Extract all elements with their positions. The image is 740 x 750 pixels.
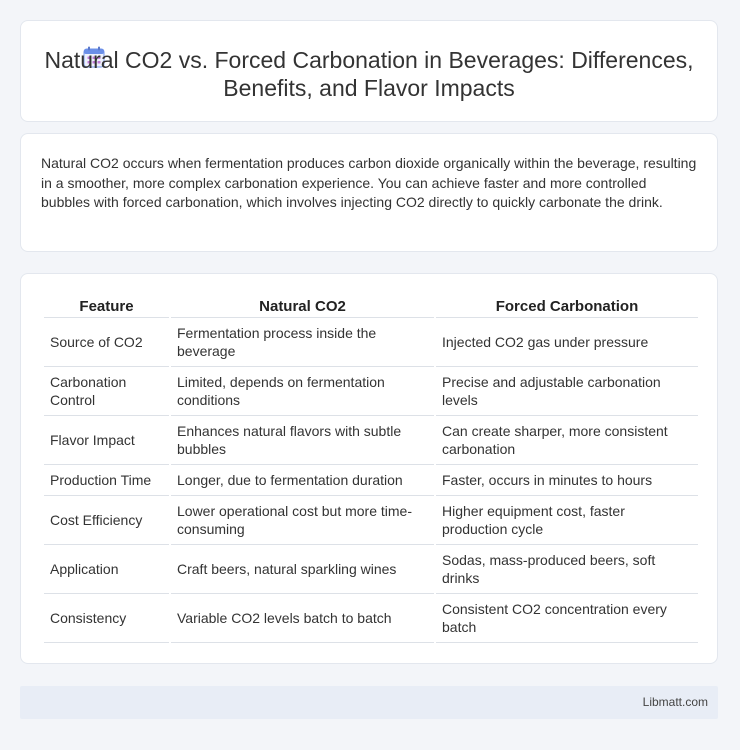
table-row: Cost Efficiency Lower operational cost b… <box>44 496 698 545</box>
row-natural: Limited, depends on fermentation conditi… <box>171 367 434 416</box>
row-feature: Production Time <box>44 465 169 496</box>
table-row: Production Time Longer, due to fermentat… <box>44 465 698 496</box>
comparison-card: Feature Natural CO2 Forced Carbonation S… <box>20 273 718 664</box>
intro-paragraph: Natural CO2 occurs when fermentation pro… <box>41 155 697 210</box>
comparison-table: Feature Natural CO2 Forced Carbonation S… <box>42 296 700 643</box>
title-card: Natural CO2 vs. Forced Carbonation in Be… <box>20 20 718 122</box>
row-natural: Lower operational cost but more time-con… <box>171 496 434 545</box>
table-header-row: Feature Natural CO2 Forced Carbonation <box>44 296 698 318</box>
page-title: Natural CO2 vs. Forced Carbonation in Be… <box>44 47 694 101</box>
row-forced: Consistent CO2 concentration every batch <box>436 594 698 643</box>
footer-site-link[interactable]: Libmatt.com <box>643 695 708 709</box>
row-forced: Can create sharper, more consistent carb… <box>436 416 698 465</box>
row-natural: Fermentation process inside the beverage <box>171 318 434 367</box>
row-forced: Higher equipment cost, faster production… <box>436 496 698 545</box>
row-natural: Variable CO2 levels batch to batch <box>171 594 434 643</box>
table-row: Source of CO2 Fermentation process insid… <box>44 318 698 367</box>
header-feature: Feature <box>44 296 169 318</box>
row-feature: Cost Efficiency <box>44 496 169 545</box>
footer-bar: Libmatt.com <box>20 686 718 719</box>
table-row: Flavor Impact Enhances natural flavors w… <box>44 416 698 465</box>
header-forced-carbonation: Forced Carbonation <box>436 296 698 318</box>
row-feature: Application <box>44 545 169 594</box>
row-forced: Sodas, mass-produced beers, soft drinks <box>436 545 698 594</box>
table-row: Application Craft beers, natural sparkli… <box>44 545 698 594</box>
header-natural-co2: Natural CO2 <box>171 296 434 318</box>
row-forced: Faster, occurs in minutes to hours <box>436 465 698 496</box>
row-feature: Consistency <box>44 594 169 643</box>
row-feature: Source of CO2 <box>44 318 169 367</box>
row-natural: Craft beers, natural sparkling wines <box>171 545 434 594</box>
row-natural: Longer, due to fermentation duration <box>171 465 434 496</box>
table-row: Consistency Variable CO2 levels batch to… <box>44 594 698 643</box>
row-forced: Precise and adjustable carbonation level… <box>436 367 698 416</box>
row-feature: Flavor Impact <box>44 416 169 465</box>
table-row: Carbonation Control Limited, depends on … <box>44 367 698 416</box>
intro-card: Natural CO2 occurs when fermentation pro… <box>20 133 718 252</box>
row-feature: Carbonation Control <box>44 367 169 416</box>
row-natural: Enhances natural flavors with subtle bub… <box>171 416 434 465</box>
row-forced: Injected CO2 gas under pressure <box>436 318 698 367</box>
